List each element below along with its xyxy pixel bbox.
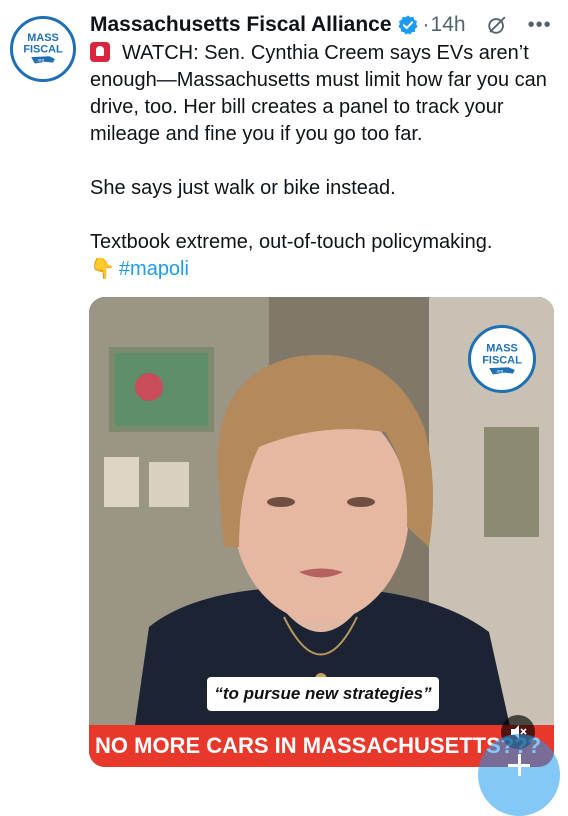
pointing-down-emoji-icon: 👇: [90, 258, 115, 280]
video-logo-text-top: MASS: [486, 343, 518, 355]
tweet-text: WATCH: Sen. Cynthia Creem says EVs aren’…: [90, 40, 560, 283]
post-time[interactable]: 14h: [431, 13, 466, 37]
post-header: Massachusetts Fiscal Alliance · 14h •••: [90, 10, 558, 40]
tweet-paragraph-2: She says just walk or bike instead.: [90, 177, 396, 199]
mass-fiscal-logo-icon: MASS FISCAL .org: [23, 32, 63, 64]
hashtag-link[interactable]: #mapoli: [119, 258, 189, 280]
tweet-paragraph-3: Textbook extreme, out-of-touch policymak…: [90, 231, 493, 253]
video-caption: “to pursue new strategies”: [207, 677, 439, 711]
author-name[interactable]: Massachusetts Fiscal Alliance: [90, 13, 392, 37]
compose-button[interactable]: [478, 734, 560, 816]
avatar-logo-text-bottom: FISCAL: [23, 44, 63, 56]
verified-badge-icon: [397, 15, 418, 35]
video-player[interactable]: MASS FISCAL .org “to pursue new strategi…: [89, 297, 554, 767]
mass-fiscal-watermark-icon: MASS FISCAL .org: [482, 343, 522, 375]
video-logo-org: .org: [495, 369, 503, 374]
avatar[interactable]: MASS FISCAL .org: [10, 16, 76, 82]
video-logo-text-bottom: FISCAL: [482, 355, 522, 367]
grok-icon[interactable]: [486, 14, 508, 36]
header-separator: ·: [422, 13, 430, 36]
tweet-paragraph-1: WATCH: Sen. Cynthia Creem says EVs aren’…: [90, 42, 547, 145]
avatar-logo-org: .org: [36, 58, 44, 63]
more-options-icon[interactable]: •••: [528, 14, 552, 37]
video-logo: MASS FISCAL .org: [468, 325, 536, 393]
siren-emoji-icon: [90, 42, 110, 62]
avatar-logo-text-top: MASS: [27, 32, 58, 44]
